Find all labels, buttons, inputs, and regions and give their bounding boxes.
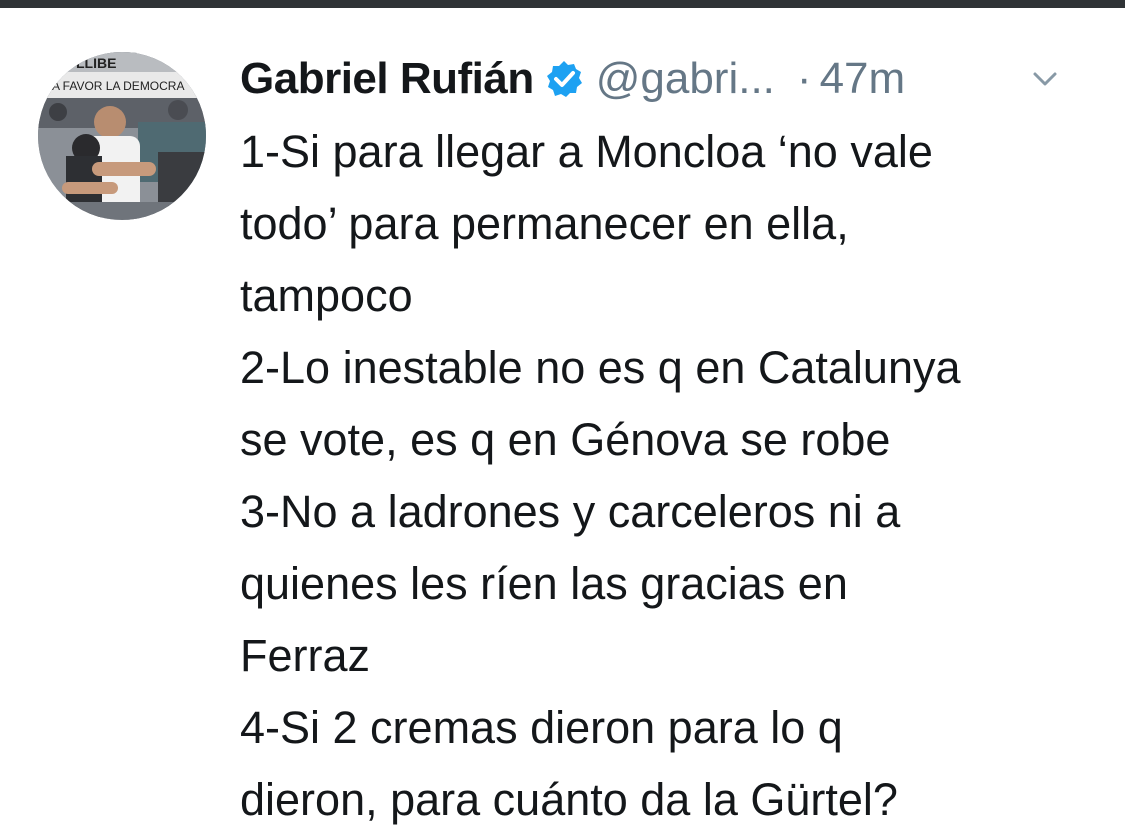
- tweet-text-line: se vote, es q en Génova se robe: [240, 414, 891, 465]
- avatar-banner-text-1: LLIBE: [76, 55, 116, 71]
- author-display-name[interactable]: Gabriel Rufián: [240, 54, 534, 104]
- tweet-text: 1-Si para llegar a Moncloa ‘no vale todo…: [240, 116, 1100, 836]
- verified-badge-icon: [544, 59, 584, 99]
- avatar-photo: LLIBE A FAVOR LA DEMOCRA: [38, 52, 206, 220]
- tweet-text-line: todo’ para permanecer en ella,: [240, 198, 849, 249]
- tweet-text-line: quienes les ríen las gracias en: [240, 558, 848, 609]
- top-bar: [0, 0, 1125, 8]
- separator-dot: ·: [796, 54, 812, 103]
- chevron-down-icon[interactable]: [1030, 64, 1060, 94]
- tweet-text-line: Ferraz: [240, 630, 371, 681]
- tweet-text-line: 4-Si 2 cremas dieron para lo q: [240, 702, 843, 753]
- tweet-timestamp[interactable]: 47m: [820, 54, 906, 104]
- author-handle[interactable]: @gabri...: [596, 54, 775, 104]
- avatar-banner-text-2: A FAVOR LA DEMOCRA: [52, 79, 184, 93]
- tweet-header: Gabriel Rufián @gabri... · 47m: [240, 46, 1100, 112]
- tweet-text-line: 1-Si para llegar a Moncloa ‘no vale: [240, 126, 933, 177]
- avatar[interactable]: LLIBE A FAVOR LA DEMOCRA: [38, 52, 206, 220]
- tweet-text-line: dieron, para cuánto da la Gürtel?: [240, 774, 898, 825]
- tweet-text-line: 3-No a ladrones y carceleros ni a: [240, 486, 901, 537]
- tweet-text-line: tampoco: [240, 270, 413, 321]
- tweet[interactable]: LLIBE A FAVOR LA DEMOCRA Gabriel Rufián …: [0, 8, 1125, 825]
- tweet-text-line: 2-Lo inestable no es q en Catalunya: [240, 342, 961, 393]
